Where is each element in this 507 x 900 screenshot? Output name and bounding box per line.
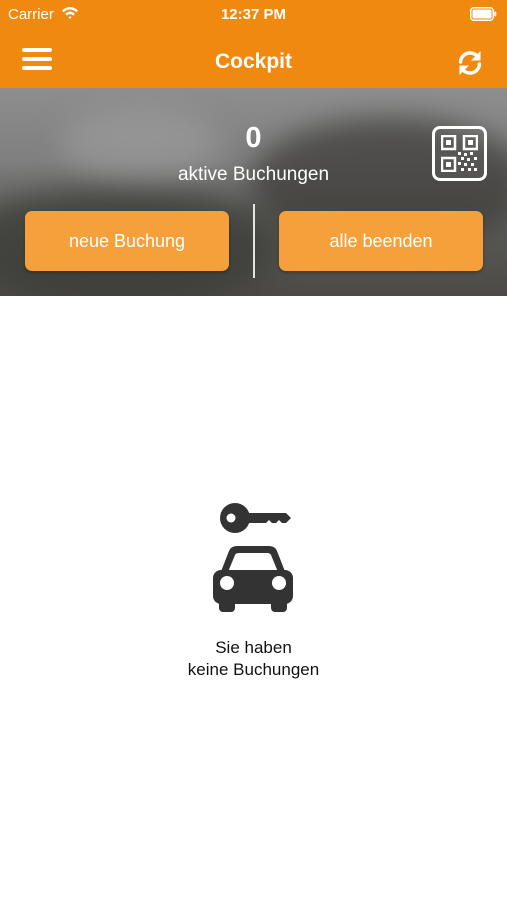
battery-icon — [470, 7, 497, 21]
qr-code-button[interactable] — [432, 126, 487, 181]
new-booking-button[interactable]: neue Buchung — [25, 211, 229, 271]
active-bookings-label: aktive Buchungen — [177, 164, 330, 185]
app-header: Carrier 12:37 PM Cockpit — [0, 0, 507, 88]
empty-state-message: Sie haben keine Buchungen — [0, 637, 507, 681]
qr-code-icon — [441, 135, 478, 172]
car-key-icon — [213, 503, 293, 612]
refresh-icon[interactable] — [455, 48, 485, 78]
status-bar: Carrier 12:37 PM — [0, 0, 507, 28]
empty-state-line-1: Sie haben — [215, 638, 292, 657]
end-all-button[interactable]: alle beenden — [279, 211, 483, 271]
nav-bar: Cockpit — [0, 28, 507, 88]
status-time: 12:37 PM — [220, 6, 287, 23]
divider — [253, 204, 255, 278]
active-bookings-count: 0 — [245, 122, 262, 154]
page-title: Cockpit — [214, 50, 292, 73]
empty-state-line-2: keine Buchungen — [187, 660, 320, 679]
